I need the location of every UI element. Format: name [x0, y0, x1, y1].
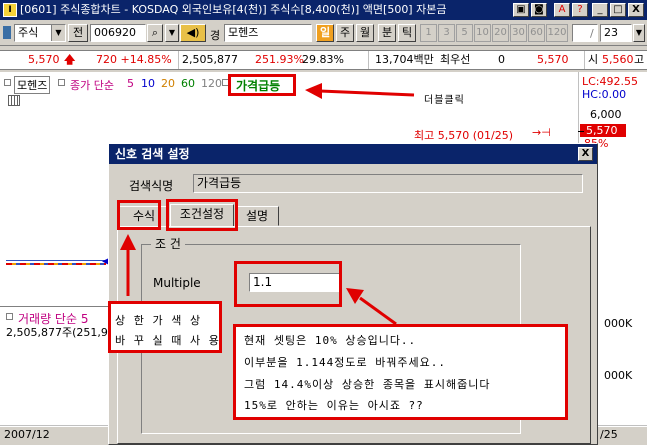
arrow-to-multiple-icon: [346, 288, 397, 326]
arrow-to-signal-icon: [305, 83, 415, 99]
annotation-arrows: [120, 83, 415, 326]
arrow-to-formula-tab-icon: [120, 234, 136, 296]
